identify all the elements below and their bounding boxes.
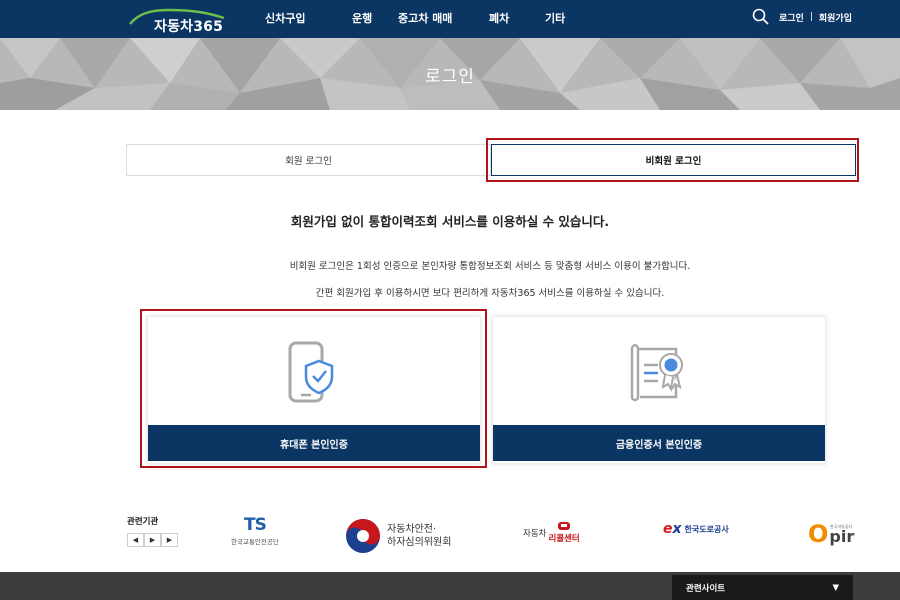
cert-auth-card: 금융인증서 본인인증 [492,316,826,464]
krc-name-line2: 하자심의위원회 [387,537,452,548]
play-button[interactable]: ▶ [144,533,161,547]
ex-mark-x: x [672,521,682,537]
page-title: 로그인 [425,67,475,87]
certificate-icon [630,344,683,402]
login-link[interactable]: 로그인 [779,11,804,24]
recall-mark: 리콜센터 [548,520,580,545]
krc-name-line1: 자동차안전· [387,524,437,535]
prev-button[interactable]: ◀ [127,533,144,547]
ex-mark-e: e [663,521,673,537]
tab-member-login[interactable]: 회원 로그인 [126,144,491,176]
org-logo-krc[interactable]: 자동차안전· 하자심의위원회 [345,518,451,554]
main-nav: 신차구입 운행 중고차 매매 폐차 기타 [265,10,565,26]
signup-link[interactable]: 회원가입 [819,11,852,24]
site-logo[interactable]: 자동차365 [128,4,232,35]
next-button[interactable]: ▶ [161,533,178,547]
dropdown-arrow-icon: ▼ [832,582,839,593]
ts-mark-t: T [243,515,256,535]
related-orgs-controls: ◀ ▶ ▶ [127,533,178,547]
nav-new-car[interactable]: 신차구입 [265,10,352,26]
nav-driving[interactable]: 운행 [352,10,398,26]
related-orgs-label: 관련기관 [127,517,159,527]
org-logo-ts[interactable]: TS 한국교통안전공단 [231,516,279,546]
org-logo-ex[interactable]: ex 한국도로공사 [663,521,729,537]
ts-logo-mark: TS [243,515,267,535]
ex-logo-mark: ex [663,521,682,537]
opir-small-text: 한국석유공사 [830,524,853,529]
top-header: 자동차365 신차구입 운행 중고차 매매 폐차 기타 로그인 | 회원가입 [0,0,900,38]
guest-headline: 회원가입 없이 통합이력조회 서비스를 이용하실 수 있습니다. [290,214,610,229]
phone-shield-icon [288,341,334,403]
recall-prefix: 자동차 [523,528,547,539]
guest-notice: 비회원 로그인은 1회성 인증으로 본인차량 통합정보조회 서비스 등 맞춤형 … [289,261,691,272]
related-sites-label: 관련사이트 [686,583,726,594]
ts-name: 한국교통안전공단 [231,538,279,546]
logo-text: 자동차365 [154,19,224,35]
phone-auth-button[interactable]: 휴대폰 본인인증 [148,425,480,461]
search-icon[interactable] [751,7,771,27]
login-tabs: 회원 로그인 비회원 로그인 [126,144,856,176]
ex-name: 한국도로공사 [684,524,729,534]
utility-menu: 로그인 | 회원가입 [751,7,852,27]
related-sites-select[interactable]: 관련사이트 ▼ [672,575,853,600]
util-separator: | [809,12,813,22]
nav-etc[interactable]: 기타 [545,10,565,26]
org-logo-recall[interactable]: 자동차 리콜센터 [523,520,580,545]
nav-scrap[interactable]: 폐차 [489,10,545,26]
taegeuk-icon [346,519,380,553]
phone-auth-card: 휴대폰 본인인증 [147,316,481,464]
opir-o: O [808,519,829,548]
signup-notice: 간편 회원가입 후 이용하시면 보다 편리하게 자동차365 서비스를 이용하실… [315,288,665,299]
tab-guest-login[interactable]: 비회원 로그인 [491,144,856,176]
cert-auth-button[interactable]: 금융인증서 본인인증 [493,425,825,461]
org-logo-opir[interactable]: 한국석유공사 O pir [808,519,854,548]
page-banner: 로그인 [0,38,900,110]
recall-car-icon [558,522,571,530]
nav-used-car[interactable]: 중고차 매매 [398,10,489,26]
krc-name: 자동차안전· 하자심의위원회 [387,523,451,549]
recall-main: 리콜센터 [548,534,580,544]
ts-mark-s: S [254,515,267,535]
